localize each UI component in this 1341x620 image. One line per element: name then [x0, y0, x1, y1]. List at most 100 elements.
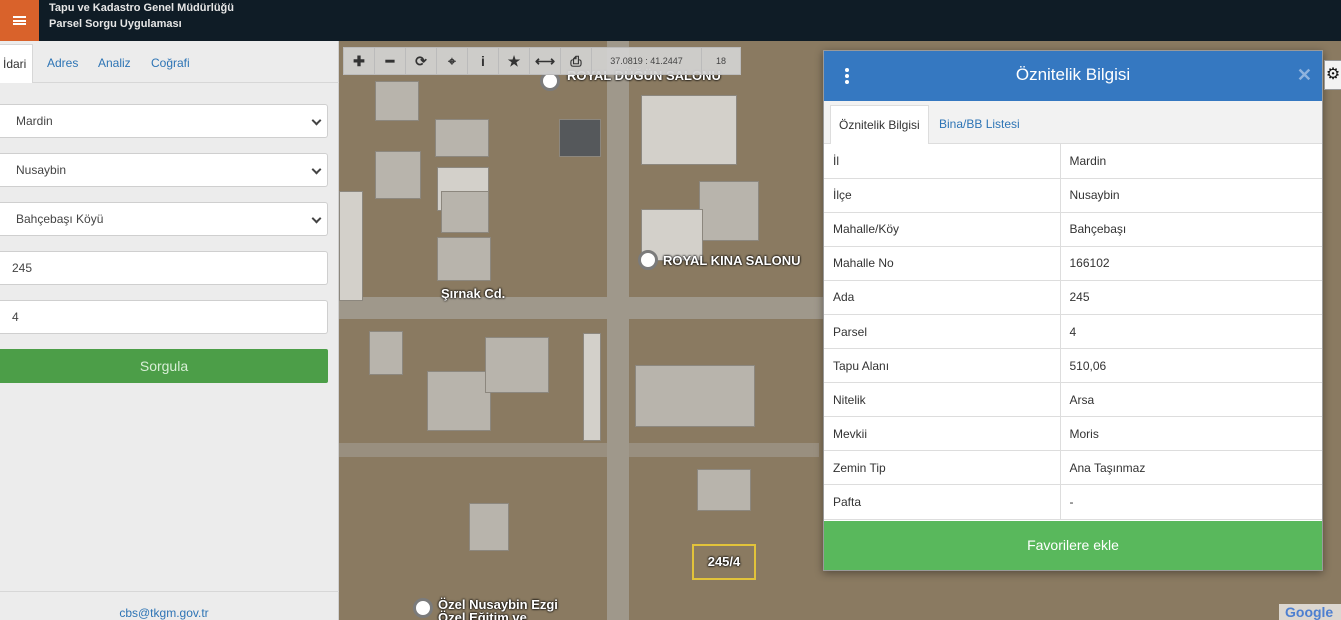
- attr-key: Mahalle/Köy: [824, 212, 1061, 247]
- map-building: [427, 371, 491, 431]
- coordinate-readout: 37.0819 : 41.2447: [592, 48, 702, 74]
- tab-idari[interactable]: İdari: [0, 44, 34, 83]
- table-row: Tapu Alanı 510,06: [824, 348, 1322, 384]
- print-button[interactable]: ⎙: [561, 48, 592, 74]
- map-building: [641, 95, 737, 165]
- map-poi-pin-icon[interactable]: [638, 250, 658, 270]
- sorgula-button[interactable]: Sorgula: [0, 349, 328, 383]
- map-poi-pin-icon[interactable]: [413, 598, 433, 618]
- attr-key: İlçe: [824, 178, 1061, 213]
- tab-adres[interactable]: Adres: [41, 44, 84, 83]
- refresh-icon: ⟳: [415, 52, 427, 69]
- attr-key: İl: [824, 144, 1061, 179]
- chevron-down-icon: [311, 213, 322, 224]
- map-parcel-label[interactable]: 245/4: [692, 544, 756, 580]
- attr-key: Nitelik: [824, 382, 1061, 418]
- attribute-dialog: Öznitelik Bilgisi ✕ Öznitelik Bilgisi Bi…: [823, 50, 1323, 571]
- attr-value: Moris: [1060, 416, 1322, 452]
- map-road: [339, 297, 839, 319]
- parsel-input[interactable]: 4: [0, 300, 328, 334]
- attr-value: 510,06: [1060, 348, 1322, 384]
- table-row: Ada 245: [824, 280, 1322, 315]
- map-label-street: Şırnak Cd.: [441, 286, 506, 301]
- attr-value: Mardin: [1060, 144, 1322, 179]
- mahalle-select-value: Bahçebaşı Köyü: [16, 212, 104, 226]
- attr-value: 245: [1060, 280, 1322, 315]
- table-row: İlçe Nusaybin: [824, 178, 1322, 213]
- attr-key: Mahalle No: [824, 246, 1061, 281]
- il-select[interactable]: Mardin: [0, 104, 328, 138]
- table-row: Pafta -: [824, 484, 1322, 520]
- attr-key: Tapu Alanı: [824, 348, 1061, 384]
- table-row: İl Mardin: [824, 144, 1322, 179]
- attr-value: Nusaybin: [1060, 178, 1322, 213]
- attr-key: Mevkii: [824, 416, 1061, 452]
- chevron-down-icon: [311, 164, 322, 175]
- close-icon[interactable]: ✕: [1297, 65, 1312, 86]
- zoom-in-button[interactable]: ✚: [344, 48, 375, 74]
- map-building: [469, 503, 509, 551]
- map-road: [607, 41, 629, 620]
- ada-input[interactable]: 245: [0, 251, 328, 285]
- measure-button[interactable]: ⟷: [530, 48, 561, 74]
- measure-icon: ⟷: [534, 52, 556, 69]
- attr-value: 4: [1060, 314, 1322, 350]
- google-logo: Google: [1279, 604, 1341, 620]
- refresh-button[interactable]: ⟳: [406, 48, 437, 74]
- zoom-out-button[interactable]: ━: [375, 48, 406, 74]
- hamburger-icon: [13, 16, 26, 25]
- attr-value: 166102: [1060, 246, 1322, 281]
- info-button[interactable]: i: [468, 48, 499, 74]
- tab-bina-listesi[interactable]: Bina/BB Listesi: [931, 105, 1028, 144]
- attr-key: Pafta: [824, 484, 1061, 520]
- app-name: Parsel Sorgu Uygulaması: [49, 18, 182, 30]
- footer-email-link[interactable]: cbs@tkgm.gov.tr: [0, 606, 328, 620]
- attr-key: Parsel: [824, 314, 1061, 350]
- map-label-school: Özel Nusaybin Ezgi Özel Eğitim ve: [438, 597, 558, 620]
- dialog-header: Öznitelik Bilgisi ✕: [824, 51, 1322, 101]
- info-icon: i: [481, 53, 485, 69]
- map-building: [699, 181, 759, 241]
- table-row: Mahalle/Köy Bahçebaşı: [824, 212, 1322, 247]
- gear-icon[interactable]: ⚙: [1324, 60, 1341, 90]
- table-row: Zemin Tip Ana Taşınmaz: [824, 450, 1322, 486]
- attr-value: Arsa: [1060, 382, 1322, 418]
- org-name: Tapu ve Kadastro Genel Müdürlüğü: [49, 2, 234, 14]
- attribute-table: İl Mardin İlçe Nusaybin Mahalle/Köy Bahçeba…: [824, 144, 1322, 520]
- ilce-select[interactable]: Nusaybin: [0, 153, 328, 187]
- footer-divider: [0, 591, 339, 592]
- hamburger-menu-button[interactable]: [0, 0, 39, 41]
- favorite-button[interactable]: ★: [499, 48, 530, 74]
- zoom-level: 18: [715, 56, 726, 66]
- map-building: [437, 237, 491, 281]
- table-row: Parsel 4: [824, 314, 1322, 350]
- mahalle-select[interactable]: Bahçebaşı Köyü: [0, 202, 328, 236]
- map-building: [375, 81, 419, 121]
- sidebar-tabs: İdari Adres Analiz Coğrafi: [0, 41, 339, 83]
- map-building: [635, 365, 755, 427]
- print-icon: ⎙: [570, 52, 582, 69]
- tab-analiz[interactable]: Analiz: [92, 44, 137, 83]
- plus-icon: ✚: [353, 52, 365, 69]
- locate-button[interactable]: ⌖: [437, 48, 468, 74]
- ilce-select-value: Nusaybin: [16, 163, 67, 177]
- il-select-value: Mardin: [16, 114, 53, 128]
- map-building: [339, 191, 363, 301]
- map-building: [375, 151, 421, 199]
- map-building: [441, 191, 489, 233]
- attr-value: -: [1060, 484, 1322, 520]
- map-building: [485, 337, 549, 393]
- top-header: Tapu ve Kadastro Genel Müdürlüğü Parsel …: [0, 0, 1341, 41]
- map-road: [339, 443, 819, 457]
- map-building: [583, 333, 601, 441]
- app-title: Tapu ve Kadastro Genel Müdürlüğü Parsel …: [49, 0, 234, 32]
- tab-cografi[interactable]: Coğrafi: [145, 44, 196, 83]
- attr-key: Zemin Tip: [824, 450, 1061, 486]
- minus-icon: ━: [385, 52, 395, 69]
- add-favorite-button[interactable]: Favorilere ekle: [824, 521, 1322, 570]
- tab-oznitelik[interactable]: Öznitelik Bilgisi: [830, 105, 929, 144]
- map-building: [559, 119, 601, 157]
- map-building: [435, 119, 489, 157]
- map-toolbar: ✚ ━ ⟳ ⌖ i ★ ⟷ ⎙ 37.0819 : 41.2447 18: [343, 47, 741, 75]
- dialog-title: Öznitelik Bilgisi: [1015, 65, 1131, 84]
